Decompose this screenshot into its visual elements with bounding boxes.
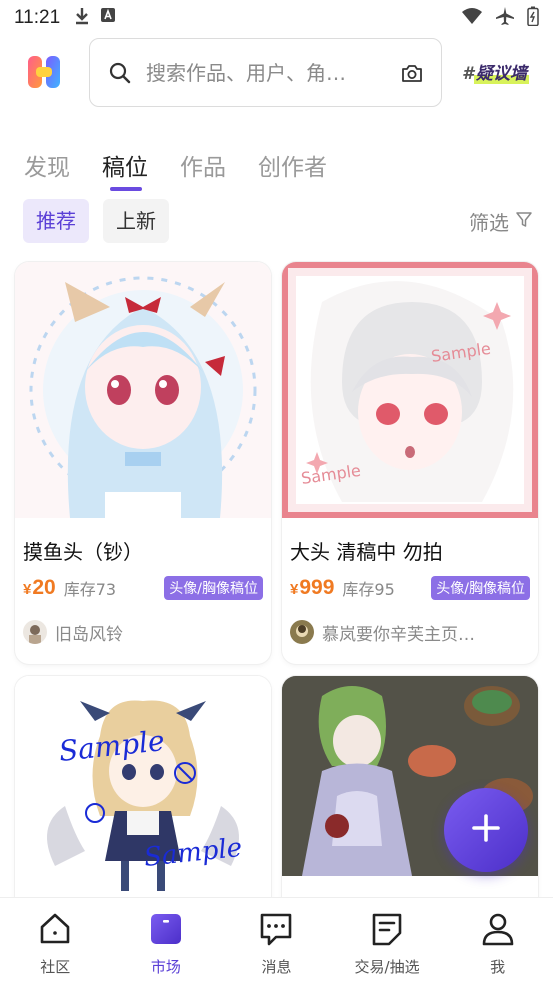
status-time: 11:21 [14, 7, 61, 28]
filter-row: 推荐 上新 筛选 [23, 199, 533, 243]
nav-label: 我 [490, 958, 506, 976]
author-row[interactable]: 旧岛风铃 [23, 620, 263, 645]
app-logo[interactable] [26, 54, 62, 90]
battery-icon [527, 6, 539, 30]
nav-community[interactable]: 社区 [0, 898, 111, 983]
author-avatar [23, 620, 47, 644]
wifi-icon [461, 7, 483, 29]
tab-creators[interactable]: 创作者 [258, 148, 327, 192]
author-name: 旧岛风铃 [55, 624, 123, 645]
category-tag: 头像/胸像稿位 [164, 576, 263, 600]
tab-slots[interactable]: 稿位 [102, 148, 148, 192]
product-card[interactable]: Sample Sample [15, 676, 271, 916]
nav-label: 交易/抽选 [354, 958, 420, 976]
product-image[interactable]: Sample Sample [282, 262, 538, 518]
chip-new[interactable]: 上新 [103, 199, 169, 243]
product-title: 大头 清稿中 勿拍 [290, 540, 443, 564]
product-price: ¥999 [290, 576, 335, 599]
nav-trade[interactable]: 交易/抽选 [332, 898, 443, 983]
filter-button[interactable]: 筛选 [469, 207, 533, 236]
home-icon [36, 910, 74, 948]
product-card[interactable]: Sample Sample 大头 清稿中 勿拍 ¥999 库存95 头像/胸像稿… [282, 262, 538, 664]
search-icon[interactable] [108, 61, 132, 89]
author-row[interactable]: 慕岚要你辛芙主页… [290, 620, 530, 645]
nav-profile[interactable]: 我 [442, 898, 553, 983]
header: #疑议墙 [0, 36, 553, 112]
tab-works[interactable]: 作品 [180, 148, 226, 192]
nav-market[interactable]: 市场 [111, 898, 222, 983]
trade-icon [368, 910, 406, 948]
chip-recommended[interactable]: 推荐 [23, 199, 89, 243]
nav-messages[interactable]: 消息 [221, 898, 332, 983]
market-icon [147, 910, 185, 948]
nav-label: 市场 [150, 958, 181, 976]
plus-icon [471, 813, 501, 847]
nav-label: 社区 [40, 958, 71, 976]
price-row: ¥999 库存95 头像/胸像稿位 [290, 575, 530, 601]
download-icon [74, 7, 90, 29]
brand-badge[interactable]: # 疑议墙 [462, 59, 529, 84]
product-card[interactable]: 摸鱼头（钞） ¥20 库存73 头像/胸像稿位 旧岛风铃 [15, 262, 271, 664]
category-tag: 头像/胸像稿位 [431, 576, 530, 600]
brand-hash: # [462, 64, 474, 84]
search-box[interactable] [89, 38, 442, 107]
app-notification-icon [100, 7, 116, 29]
tab-discover[interactable]: 发现 [24, 148, 70, 192]
message-icon [257, 910, 295, 948]
category-tabs: 发现 稿位 作品 创作者 [24, 148, 359, 192]
bottom-nav: 社区 市场 消息 交易/抽选 我 [0, 897, 553, 983]
brand-badge-text: 疑议墙 [473, 64, 529, 84]
profile-icon [479, 910, 517, 948]
product-image[interactable] [15, 262, 271, 518]
product-image[interactable]: Sample Sample [15, 676, 271, 916]
author-name: 慕岚要你辛芙主页… [322, 624, 475, 645]
status-bar: 11:21 [0, 0, 553, 36]
product-stock: 库存73 [63, 580, 117, 599]
filter-label: 筛选 [469, 211, 509, 235]
camera-icon[interactable] [401, 63, 423, 87]
author-avatar [290, 620, 314, 644]
create-fab-button[interactable] [444, 788, 528, 872]
product-stock: 库存95 [342, 580, 395, 599]
price-row: ¥20 库存73 头像/胸像稿位 [23, 575, 263, 601]
airplane-icon [495, 6, 515, 30]
search-input[interactable] [146, 57, 386, 89]
funnel-icon [515, 210, 533, 234]
product-title: 摸鱼头（钞） [23, 540, 143, 564]
product-price: ¥20 [23, 576, 56, 599]
nav-label: 消息 [261, 958, 292, 976]
